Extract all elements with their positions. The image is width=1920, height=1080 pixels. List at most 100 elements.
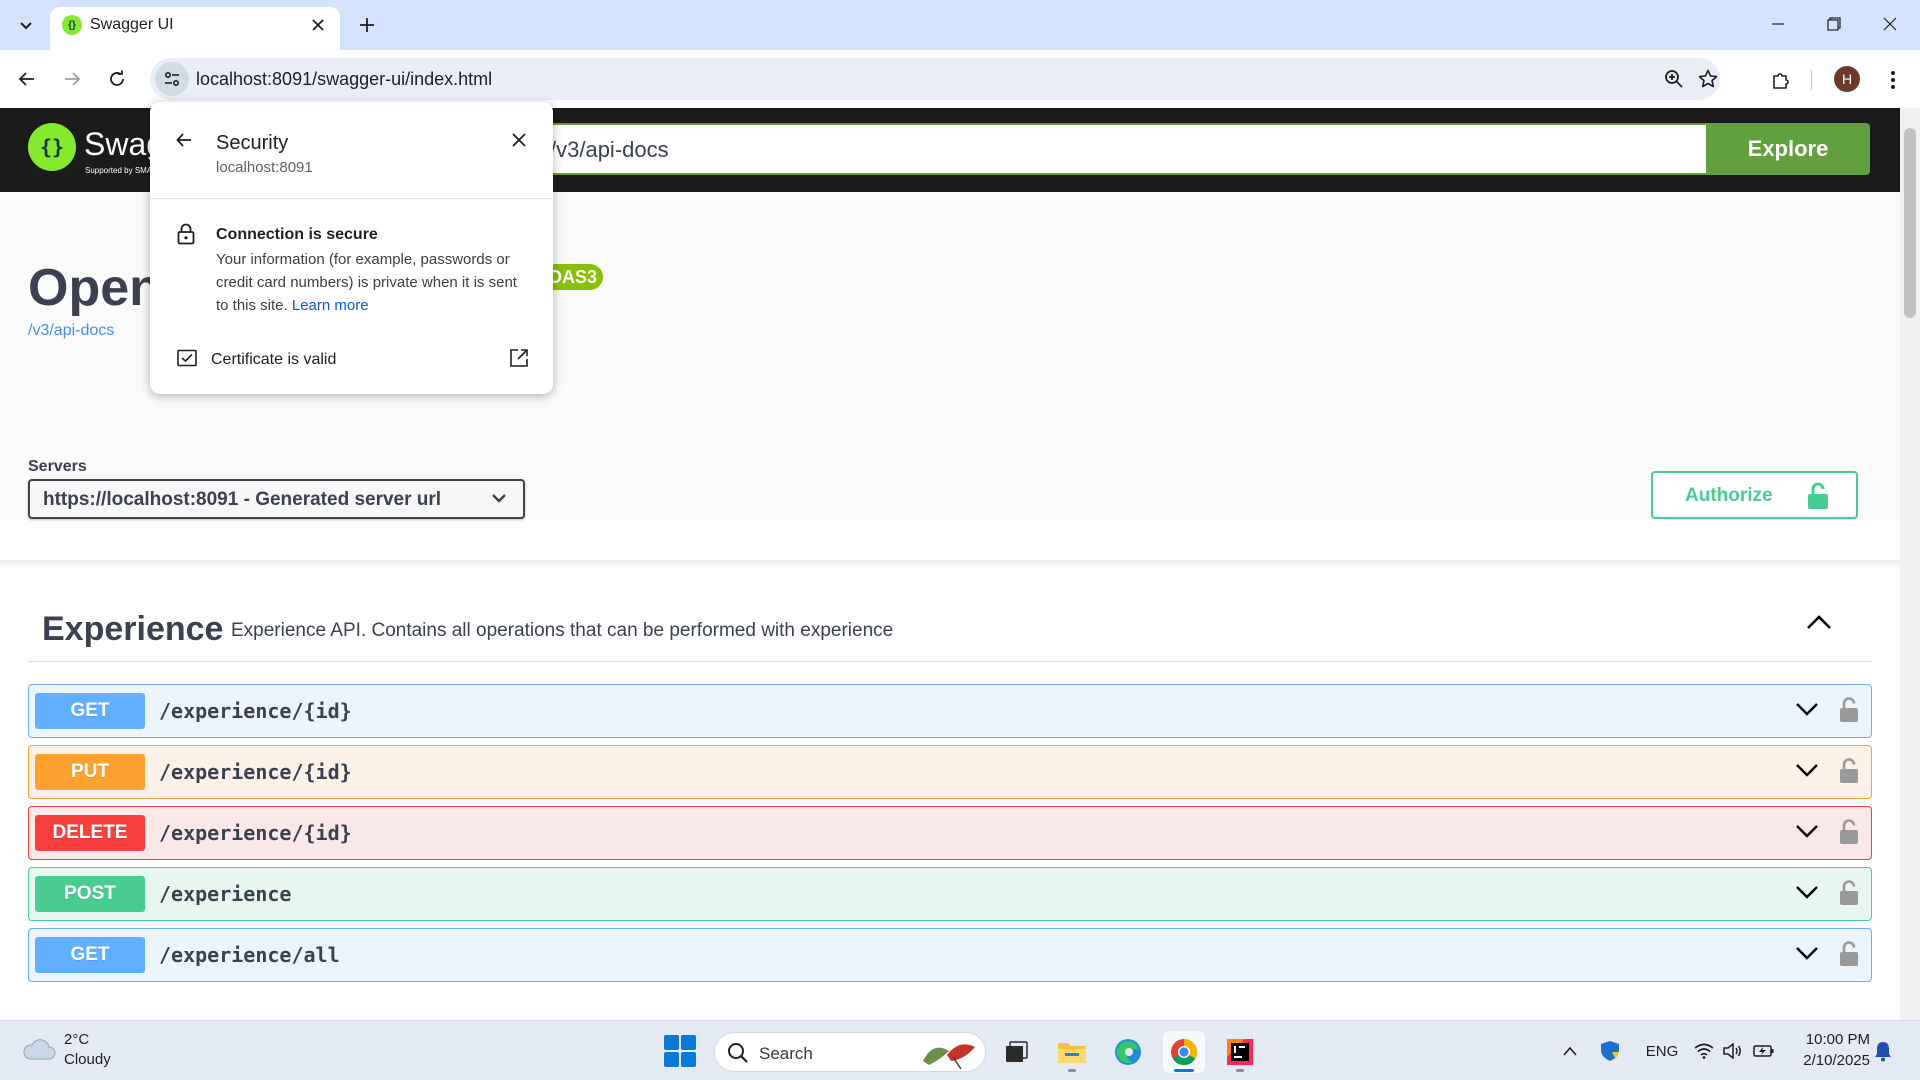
chevron-down-icon <box>492 494 506 503</box>
restore-button[interactable] <box>1806 0 1862 48</box>
tray-defender[interactable] <box>1598 1039 1622 1063</box>
explore-url-input[interactable]: /v3/api-docs <box>540 123 1708 175</box>
clock-time: 10:00 PM <box>1805 1031 1870 1048</box>
cloud-icon <box>23 1039 56 1060</box>
star-icon <box>1698 69 1718 88</box>
tray-wifi[interactable] <box>1693 1039 1715 1063</box>
new-tab-button[interactable] <box>352 10 382 40</box>
operation-method-badge: DELETE <box>35 815 145 851</box>
open-external-icon[interactable] <box>509 348 529 368</box>
chevron-down-icon[interactable] <box>1795 823 1819 839</box>
unlocked-lock-icon[interactable] <box>1839 819 1859 845</box>
taskbar-file-explorer[interactable] <box>1051 1031 1093 1073</box>
section-divider <box>0 560 1900 568</box>
close-icon <box>512 133 526 147</box>
operation-row[interactable]: PUT/experience/{id} <box>28 745 1872 799</box>
taskbar-chrome[interactable] <box>1163 1031 1205 1073</box>
arrow-right-icon <box>65 72 81 86</box>
task-view-icon <box>1006 1041 1028 1062</box>
profile-avatar[interactable]: H <box>1834 66 1860 92</box>
operation-path: /experience/all <box>159 943 340 967</box>
site-info-button[interactable] <box>155 62 189 96</box>
url-text: localhost:8091/swagger-ui/index.html <box>196 69 493 89</box>
operation-method-badge: GET <box>35 693 145 729</box>
reload-button[interactable] <box>99 61 135 97</box>
zoom-button[interactable] <box>1660 65 1688 93</box>
tray-overflow-button[interactable] <box>1560 1039 1580 1063</box>
popup-close-button[interactable] <box>507 128 531 152</box>
operation-path: /experience/{id} <box>159 760 352 784</box>
unlocked-lock-icon[interactable] <box>1839 758 1859 784</box>
operation-row[interactable]: GET/experience/all <box>28 928 1872 982</box>
taskbar-search-placeholder: Search <box>759 1044 813 1063</box>
bookmark-button[interactable] <box>1694 65 1722 93</box>
certificate-icon <box>177 349 197 367</box>
restore-icon <box>1827 17 1841 31</box>
tray-battery[interactable] <box>1752 1039 1776 1063</box>
servers-select[interactable]: https://localhost:8091 - Generated serve… <box>28 479 525 519</box>
notification-bell-icon[interactable] <box>1874 1040 1892 1062</box>
tray-volume[interactable] <box>1722 1039 1744 1063</box>
battery-charging-icon <box>1753 1045 1774 1057</box>
shield-warning-icon <box>1601 1041 1619 1061</box>
authorize-button[interactable]: Authorize <box>1651 471 1858 519</box>
puzzle-icon <box>1773 73 1789 89</box>
browser-tab-strip: {} Swagger UI <box>0 0 1920 50</box>
forward-button[interactable] <box>54 61 90 97</box>
start-button[interactable] <box>664 1035 696 1067</box>
servers-label: Servers <box>28 458 87 475</box>
operation-row[interactable]: DELETE/experience/{id} <box>28 806 1872 860</box>
back-button[interactable] <box>9 61 45 97</box>
explore-url-value: /v3/api-docs <box>550 137 669 162</box>
servers-selected-value: https://localhost:8091 - Generated serve… <box>43 489 442 510</box>
tune-icon <box>164 71 180 87</box>
close-window-button[interactable] <box>1862 0 1918 48</box>
browser-tab-swagger[interactable]: {} Swagger UI <box>50 7 340 50</box>
browser-menu-button[interactable] <box>1877 64 1909 96</box>
operation-row[interactable]: GET/experience/{id} <box>28 684 1872 738</box>
reload-icon <box>110 70 124 86</box>
address-bar[interactable]: localhost:8091/swagger-ui/index.html <box>150 58 1720 100</box>
page-scrollbar[interactable] <box>1900 108 1920 1020</box>
chevron-down-icon[interactable] <box>1795 701 1819 717</box>
minimize-button[interactable] <box>1750 0 1806 48</box>
toolbar-separator <box>1811 70 1812 90</box>
tab-close-button[interactable] <box>306 13 330 37</box>
scrollbar-thumb[interactable] <box>1904 128 1916 318</box>
popup-separator <box>150 198 553 199</box>
unlocked-lock-icon[interactable] <box>1839 880 1859 906</box>
unlocked-lock-icon[interactable] <box>1839 697 1859 723</box>
taskbar-intellij[interactable] <box>1219 1031 1261 1073</box>
tab-title: Swagger UI <box>90 16 174 33</box>
popup-back-button[interactable] <box>172 128 196 152</box>
popup-title: Security <box>216 132 289 154</box>
taskbar-edge[interactable] <box>1107 1031 1149 1073</box>
api-docs-link[interactable]: /v3/api-docs <box>28 322 114 340</box>
tag-description: Experience API. Contains all operations … <box>231 620 894 641</box>
lock-icon <box>177 223 195 245</box>
operation-path: /experience/{id} <box>159 699 352 723</box>
extensions-button[interactable] <box>1765 64 1797 96</box>
chevron-up-icon[interactable] <box>1806 614 1832 630</box>
certificate-row[interactable]: Certificate is valid <box>150 338 553 382</box>
chevron-down-icon[interactable] <box>1795 945 1819 961</box>
explore-button[interactable]: Explore <box>1706 123 1870 175</box>
taskbar-task-view[interactable] <box>995 1031 1037 1073</box>
tag-header-experience[interactable]: Experience Experience API. Contains all … <box>28 598 1872 662</box>
tab-search-button[interactable] <box>10 10 42 40</box>
arrow-left-icon <box>18 72 34 86</box>
operation-row[interactable]: POST/experience <box>28 867 1872 921</box>
tray-language[interactable]: ENG <box>1644 1039 1680 1063</box>
plus-icon <box>360 18 374 32</box>
running-indicator <box>1068 1069 1076 1072</box>
chevron-down-icon[interactable] <box>1795 884 1819 900</box>
learn-more-link[interactable]: Learn more <box>292 297 369 314</box>
taskbar-search[interactable]: Search <box>714 1032 986 1072</box>
chrome-browser-icon <box>1171 1038 1198 1066</box>
chevron-down-icon[interactable] <box>1795 762 1819 778</box>
unlocked-lock-icon[interactable] <box>1839 941 1859 967</box>
more-vertical-icon <box>1891 71 1895 89</box>
search-icon <box>728 1043 748 1063</box>
swagger-favicon-icon: {} <box>62 15 82 35</box>
close-icon <box>312 19 324 31</box>
